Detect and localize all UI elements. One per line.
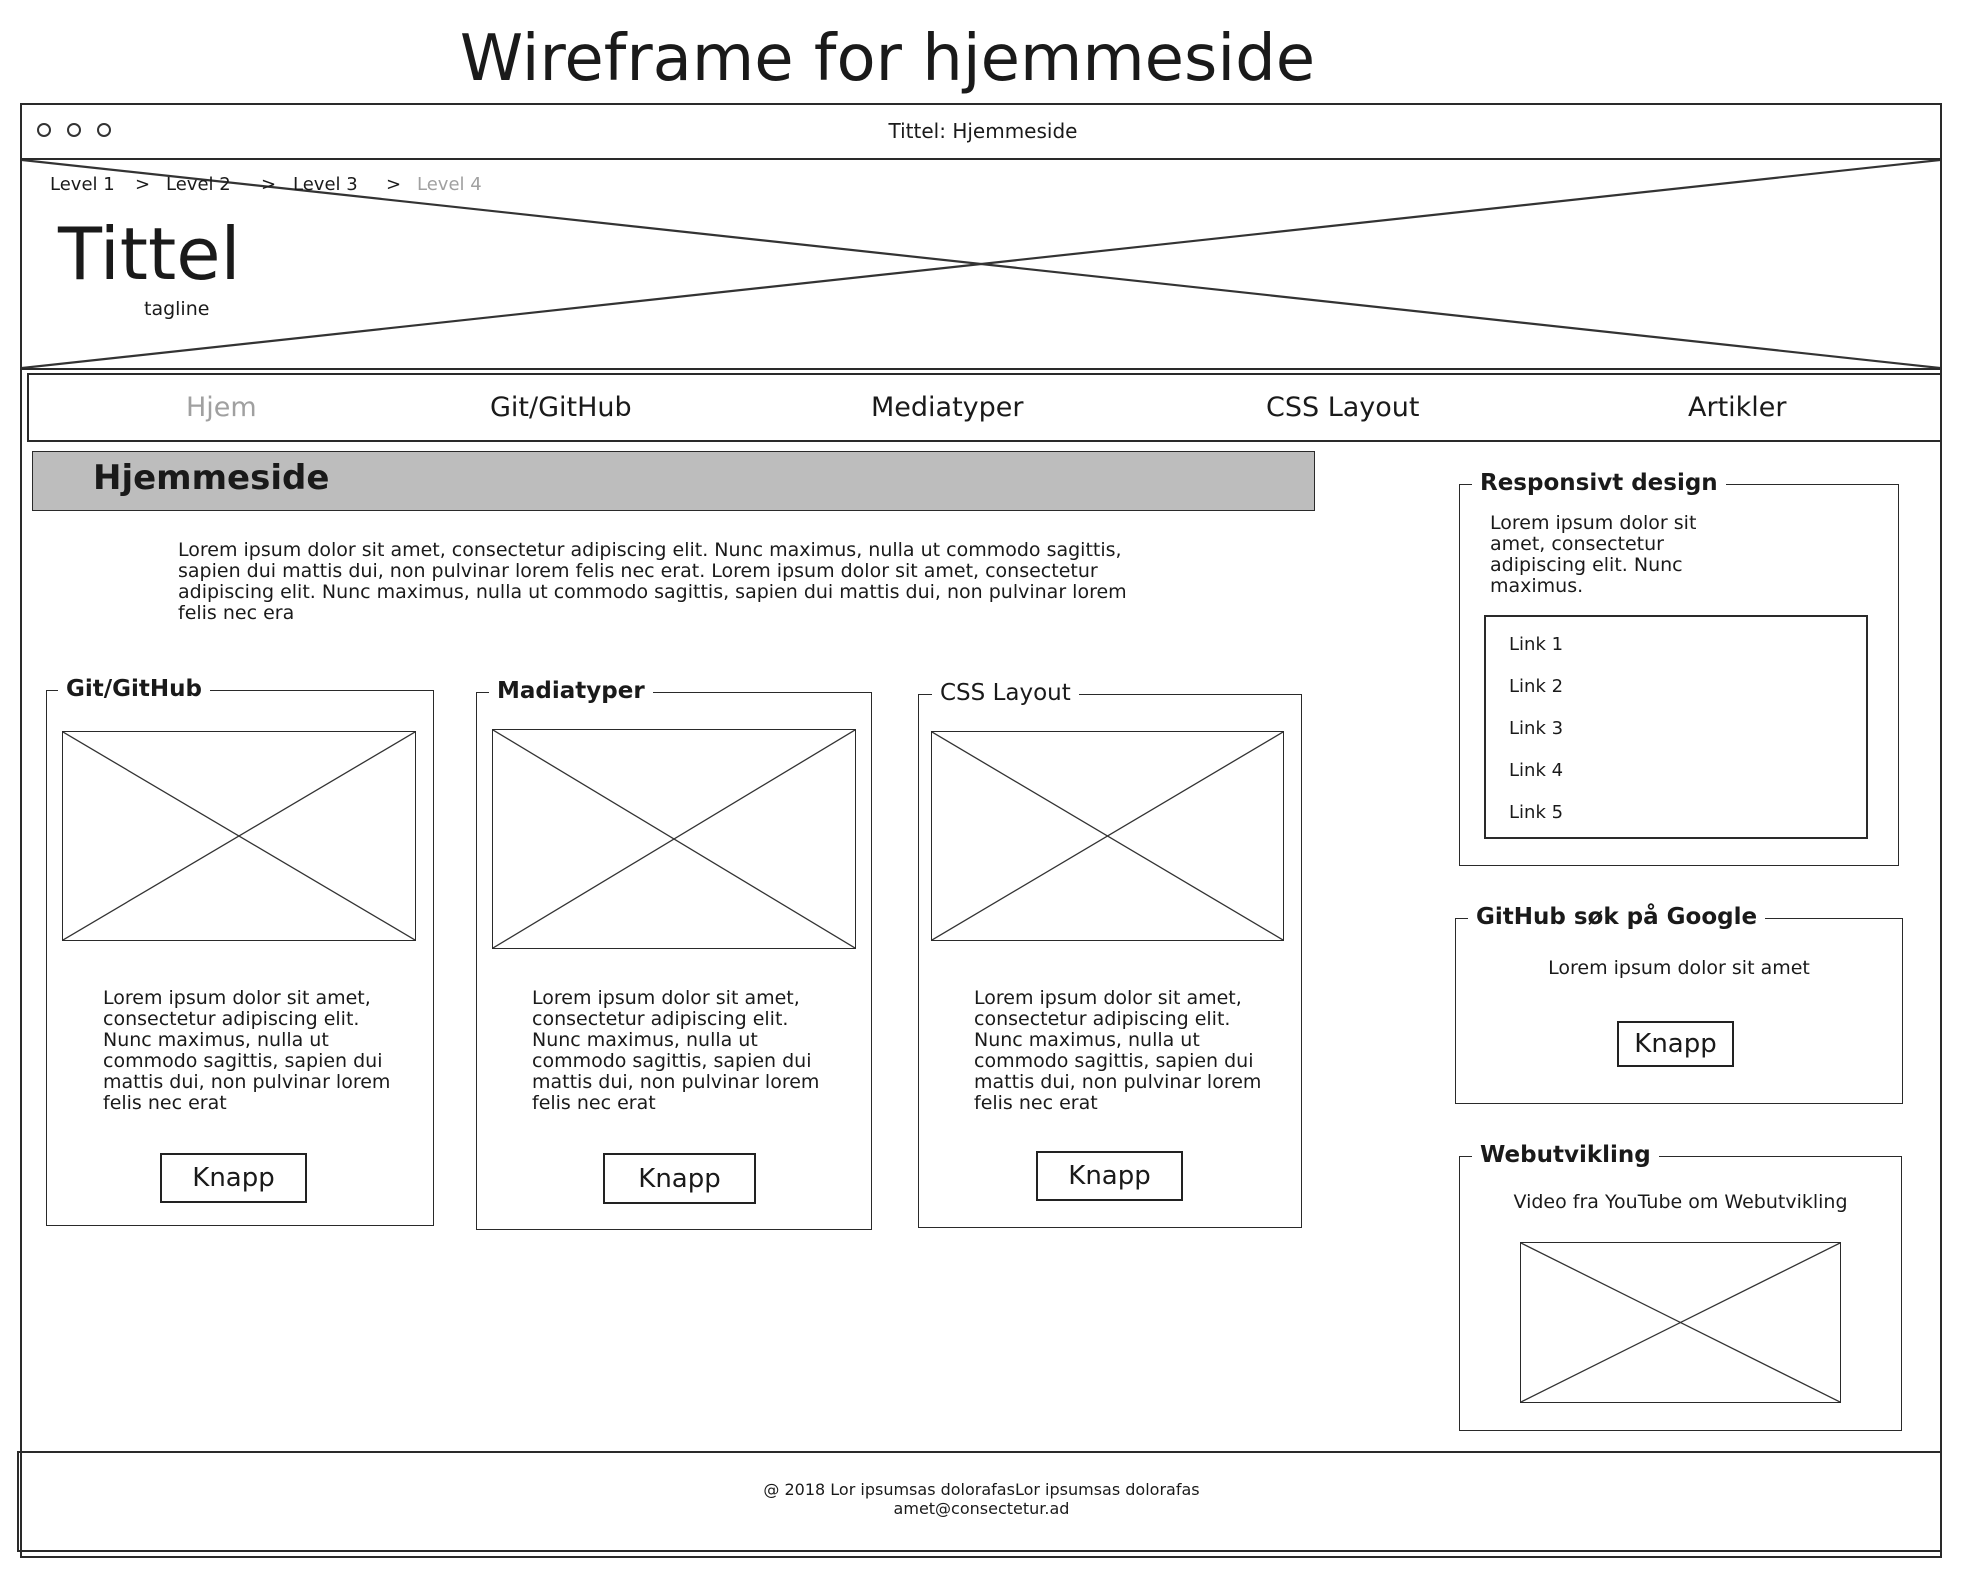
- card-title: CSS Layout: [932, 680, 1079, 706]
- breadcrumb-separator: >: [261, 174, 277, 195]
- link-item[interactable]: Link 1: [1509, 634, 1563, 655]
- card-title: Madiatyper: [489, 678, 653, 704]
- card-title: Git/GitHub: [58, 676, 211, 702]
- breadcrumb-item-3[interactable]: Level 3: [293, 174, 358, 195]
- main-heading: Hjemmeside: [93, 458, 330, 498]
- breadcrumb-item-4[interactable]: Level 4: [417, 174, 482, 195]
- link-item[interactable]: Link 2: [1509, 676, 1563, 697]
- nav-item-hjem[interactable]: Hjem: [186, 392, 257, 423]
- sidebar-panel-title: Webutvikling: [1472, 1142, 1659, 1168]
- nav-item-css-layout[interactable]: CSS Layout: [1266, 392, 1420, 423]
- intro-text: Lorem ipsum dolor sit amet, consectetur …: [178, 539, 1127, 624]
- breadcrumb-item-2[interactable]: Level 2: [166, 174, 231, 195]
- video-placeholder[interactable]: [1520, 1242, 1841, 1403]
- sidebar-panel-text: Lorem ipsum dolor sit amet: [1548, 957, 1810, 979]
- browser-titlebar: Tittel: Hjemmeside: [20, 103, 1942, 160]
- sidebar-github-search-panel: [1455, 918, 1903, 1104]
- card-text: Lorem ipsum dolor sit amet, consectetur …: [103, 987, 391, 1114]
- card-button[interactable]: Knapp: [603, 1153, 756, 1204]
- card-text: Lorem ipsum dolor sit amet, consectetur …: [974, 987, 1262, 1114]
- card-image-placeholder: [492, 729, 856, 949]
- browser-title: Tittel: Hjemmeside: [888, 119, 1078, 143]
- page-title: Tittel: [58, 212, 241, 296]
- nav-item-git-github[interactable]: Git/GitHub: [490, 392, 632, 423]
- sidebar-panel-title: Responsivt design: [1472, 470, 1726, 496]
- sidebar-panel-text: Video fra YouTube om Webutvikling: [1513, 1191, 1848, 1213]
- diagram-title: Wireframe for hjemmeside: [459, 22, 1316, 96]
- breadcrumb-separator: >: [135, 174, 151, 195]
- video-placeholder-icon: [1521, 1243, 1840, 1402]
- nav-item-artikler[interactable]: Artikler: [1688, 392, 1787, 423]
- link-item[interactable]: Link 4: [1509, 760, 1563, 781]
- footer: @ 2018 Lor ipsumsas dolorafasLor ipsumsa…: [17, 1451, 1942, 1552]
- sidebar-panel-text: Lorem ipsum dolor sit amet, consectetur …: [1490, 512, 1697, 597]
- card-image-placeholder: [931, 731, 1284, 941]
- card-button[interactable]: Knapp: [160, 1153, 307, 1203]
- breadcrumb-item-1[interactable]: Level 1: [50, 174, 115, 195]
- breadcrumb-separator: >: [386, 174, 402, 195]
- card-image-placeholder: [62, 731, 416, 941]
- image-placeholder-icon: [63, 732, 415, 940]
- page-tagline: tagline: [144, 298, 210, 320]
- sidebar-panel-title: GitHub søk på Google: [1468, 904, 1766, 930]
- link-item[interactable]: Link 3: [1509, 718, 1563, 739]
- image-placeholder-icon: [493, 730, 855, 948]
- nav-item-mediatyper[interactable]: Mediatyper: [871, 392, 1024, 423]
- main-heading-band: Hjemmeside: [32, 451, 1315, 511]
- footer-copyright: @ 2018 Lor ipsumsas dolorafasLor ipsumsa…: [763, 1480, 1200, 1499]
- card-text: Lorem ipsum dolor sit amet, consectetur …: [532, 987, 820, 1114]
- google-search-button[interactable]: Knapp: [1617, 1021, 1734, 1067]
- link-item[interactable]: Link 5: [1509, 802, 1563, 823]
- image-placeholder-icon: [932, 732, 1283, 940]
- footer-email[interactable]: amet@consectetur.ad: [19, 1499, 1944, 1518]
- card-button[interactable]: Knapp: [1036, 1151, 1183, 1201]
